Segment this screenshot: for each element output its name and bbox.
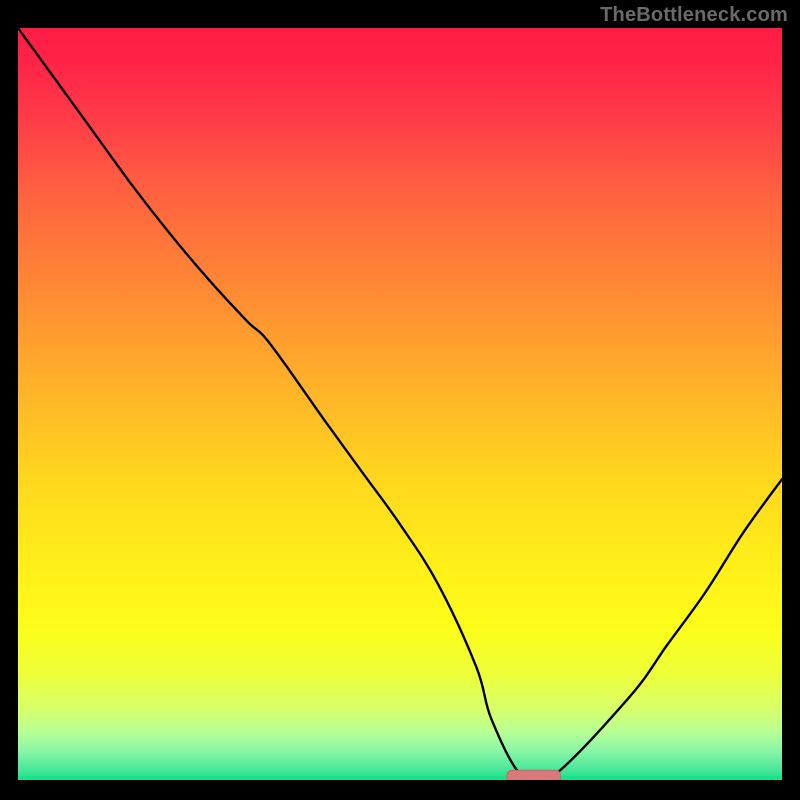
baseline-strip <box>18 776 782 780</box>
bottleneck-chart-svg <box>18 28 782 780</box>
plot-area <box>18 28 782 780</box>
gradient-background <box>18 28 782 780</box>
optimal-marker <box>507 770 560 780</box>
chart-frame: TheBottleneck.com <box>0 0 800 800</box>
watermark-label: TheBottleneck.com <box>600 4 788 27</box>
